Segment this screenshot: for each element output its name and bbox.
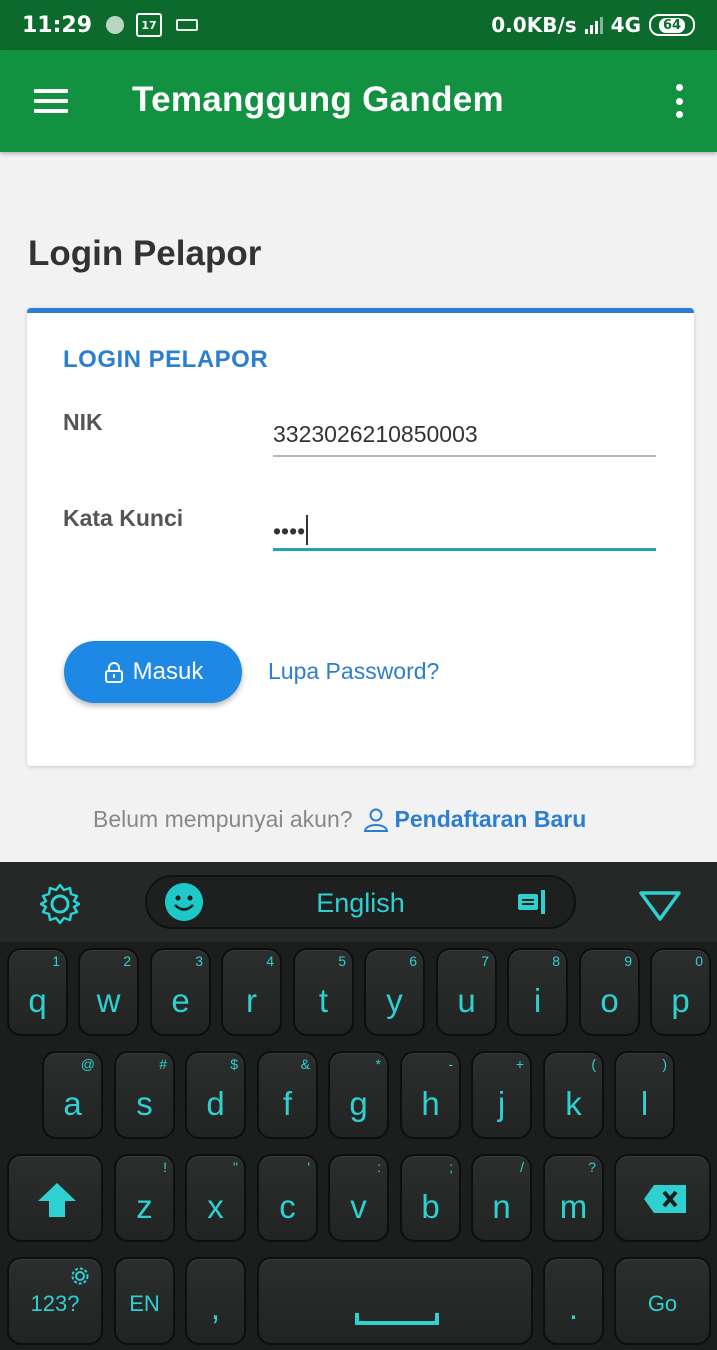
key-n[interactable]: / n bbox=[471, 1154, 532, 1242]
comma-key-label: , bbox=[210, 1289, 221, 1326]
key-b[interactable]: ; b bbox=[400, 1154, 461, 1242]
key-r[interactable]: 4r bbox=[221, 948, 282, 1036]
hamburger-menu-icon[interactable] bbox=[34, 89, 68, 113]
gear-icon[interactable] bbox=[37, 881, 83, 927]
register-link[interactable]: Pendaftaran Baru bbox=[363, 806, 587, 833]
nik-value: 3323026210850003 bbox=[273, 421, 478, 447]
status-right: 0.0KB/s 4G 64 bbox=[491, 13, 695, 37]
text-caret bbox=[306, 515, 309, 545]
space-bar-icon bbox=[355, 1313, 439, 1325]
key-y[interactable]: 6y bbox=[364, 948, 425, 1036]
nik-label: NIK bbox=[63, 409, 103, 435]
password-value: •••• bbox=[273, 515, 309, 545]
key-j[interactable]: + j bbox=[471, 1051, 532, 1139]
comma-key[interactable]: , bbox=[185, 1257, 246, 1345]
key-i[interactable]: 8i bbox=[507, 948, 568, 1036]
key-t[interactable]: 5t bbox=[293, 948, 354, 1036]
key-q[interactable]: 1q bbox=[7, 948, 68, 1036]
card-title: LOGIN PELAPOR bbox=[63, 346, 269, 373]
forgot-password-link[interactable]: Lupa Password? bbox=[268, 658, 439, 685]
language-key[interactable]: EN bbox=[114, 1257, 175, 1345]
keyboard-layout-icon[interactable] bbox=[516, 887, 550, 917]
symbols-key[interactable]: 123? bbox=[7, 1257, 103, 1345]
calendar-icon: 17 bbox=[136, 13, 163, 37]
page-title: Login Pelapor bbox=[28, 234, 262, 273]
battery-level: 64 bbox=[658, 17, 686, 33]
password-input[interactable]: •••• bbox=[273, 511, 656, 551]
key-v[interactable]: :v bbox=[328, 1154, 389, 1242]
app-title: Temanggung Gandem bbox=[132, 80, 504, 119]
hide-keyboard-icon[interactable] bbox=[637, 889, 683, 923]
login-card: LOGIN PELAPOR NIK 3323026210850003 Kata … bbox=[27, 308, 694, 766]
key-m[interactable]: ? m bbox=[543, 1154, 604, 1242]
password-dots: •••• bbox=[273, 518, 306, 544]
network-type: 4G bbox=[610, 13, 641, 37]
key-p[interactable]: 0p bbox=[650, 948, 711, 1036]
key-x[interactable]: " x bbox=[185, 1154, 246, 1242]
key-u[interactable]: 7u bbox=[436, 948, 497, 1036]
key-d[interactable]: $ d bbox=[185, 1051, 246, 1139]
lock-icon bbox=[104, 662, 123, 683]
user-icon bbox=[363, 808, 388, 832]
status-bar: 11:29 17 0.0KB/s 4G 64 bbox=[0, 0, 717, 50]
battery-icon: 64 bbox=[649, 14, 695, 36]
app-bar: Temanggung Gandem bbox=[0, 50, 717, 152]
key-e[interactable]: 3e bbox=[150, 948, 211, 1036]
symbols-key-label: 123? bbox=[30, 1291, 80, 1316]
register-link-label: Pendaftaran Baru bbox=[394, 806, 587, 832]
space-key[interactable] bbox=[257, 1257, 533, 1345]
password-label: Kata Kunci bbox=[63, 505, 184, 531]
notification-dot-icon bbox=[106, 16, 125, 34]
key-a[interactable]: @ a bbox=[42, 1051, 103, 1139]
shift-key[interactable] bbox=[7, 1154, 103, 1242]
nik-input[interactable]: 3323026210850003 bbox=[273, 417, 656, 457]
status-time: 11:29 bbox=[22, 12, 93, 38]
period-key-label: . bbox=[568, 1289, 579, 1326]
login-button[interactable]: Masuk bbox=[64, 641, 242, 703]
keyboard-toolbar: English bbox=[0, 862, 717, 942]
key-f[interactable]: & f bbox=[257, 1051, 318, 1139]
login-button-label: Masuk bbox=[132, 658, 204, 685]
go-key-label: Go bbox=[647, 1291, 678, 1316]
key-s[interactable]: # s bbox=[114, 1051, 175, 1139]
key-o[interactable]: 9o bbox=[579, 948, 640, 1036]
signal-icon bbox=[584, 16, 603, 34]
go-key[interactable]: Go bbox=[614, 1257, 711, 1345]
key-c[interactable]: ' c bbox=[257, 1154, 318, 1242]
backspace-icon bbox=[644, 1185, 686, 1213]
keyboard-language-bar[interactable]: English bbox=[145, 875, 576, 929]
shift-arrow-icon bbox=[38, 1183, 76, 1217]
register-prompt: Belum mempunyai akun? Pendaftaran Baru bbox=[93, 806, 586, 833]
key-h[interactable]: -h bbox=[400, 1051, 461, 1139]
keyboard: English 1q 2w 3e 4r 5t 6y 7u 8i 9o 0p @ a… bbox=[0, 862, 717, 1350]
register-prompt-text: Belum mempunyai akun? bbox=[93, 806, 353, 832]
key-k[interactable]: (k bbox=[543, 1051, 604, 1139]
key-g[interactable]: * g bbox=[328, 1051, 389, 1139]
settings-small-icon bbox=[71, 1267, 89, 1285]
key-z[interactable]: ! z bbox=[114, 1154, 175, 1242]
network-speed: 0.0KB/s bbox=[491, 13, 577, 37]
more-vert-icon[interactable] bbox=[672, 84, 686, 118]
keyboard-notification-icon bbox=[176, 19, 199, 31]
language-key-label: EN bbox=[129, 1291, 160, 1316]
key-w[interactable]: 2w bbox=[78, 948, 139, 1036]
backspace-key[interactable] bbox=[614, 1154, 711, 1242]
key-l[interactable]: ) l bbox=[614, 1051, 675, 1139]
period-key[interactable]: . bbox=[543, 1257, 604, 1345]
keyboard-language: English bbox=[316, 888, 405, 918]
